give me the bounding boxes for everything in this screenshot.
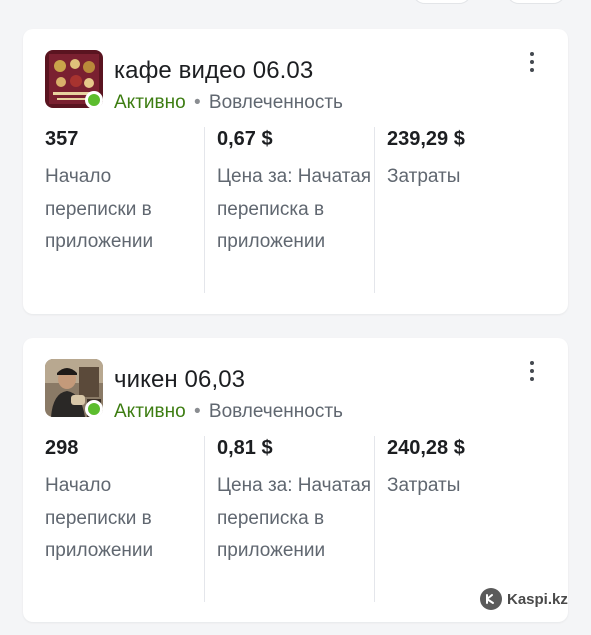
- active-status-dot: [85, 91, 103, 109]
- more-options-icon[interactable]: [524, 49, 540, 75]
- metrics-row: 357 Начало переписки в приложении 0,67 $…: [23, 127, 568, 293]
- metric-value: 239,29 $: [387, 128, 465, 150]
- metric-value: 357: [45, 128, 79, 150]
- metric-spend: 239,29 $ Затраты: [374, 127, 544, 293]
- metric-label: Затраты: [387, 475, 461, 496]
- metric-value: 0,81 $: [217, 437, 273, 459]
- objective-label: Вовлеченность: [208, 92, 343, 113]
- ad-card[interactable]: кафе видео 06.03 Активно • Вовлеченность…: [23, 29, 568, 314]
- more-options-icon[interactable]: [524, 358, 540, 384]
- status-label: Активно: [114, 92, 186, 113]
- metric-label: Цена за: Начатая переписка в приложении: [217, 475, 372, 561]
- separator-dot: •: [193, 401, 201, 422]
- metric-results: 357 Начало переписки в приложении: [45, 127, 205, 293]
- metric-label: Затраты: [387, 166, 461, 187]
- ad-title[interactable]: кафе видео 06.03: [114, 57, 313, 85]
- metric-results: 298 Начало переписки в приложении: [45, 436, 205, 602]
- metric-label: Цена за: Начатая переписка в приложении: [217, 166, 372, 252]
- status-label: Активно: [114, 401, 186, 422]
- kaspi-logo-icon: [480, 588, 502, 610]
- metric-value: 240,28 $: [387, 437, 465, 459]
- ad-title[interactable]: чикен 06,03: [114, 366, 245, 394]
- metric-label: Начало переписки в приложении: [45, 475, 154, 561]
- metric-value: 0,67 $: [217, 128, 273, 150]
- active-status-dot: [85, 400, 103, 418]
- metric-label: Начало переписки в приложении: [45, 166, 154, 252]
- metrics-row: 298 Начало переписки в приложении 0,81 $…: [23, 436, 568, 602]
- metric-spend: 240,28 $ Затраты: [374, 436, 544, 602]
- top-partial-button-2[interactable]: [506, 0, 566, 4]
- ad-card[interactable]: чикен 06,03 Активно • Вовлеченность 298 …: [23, 338, 568, 622]
- metric-cost-per-result: 0,81 $ Цена за: Начатая переписка в прил…: [204, 436, 374, 602]
- ad-status-line: Активно • Вовлеченность: [114, 401, 343, 423]
- kaspi-watermark: Kaspi.kz: [480, 588, 568, 610]
- watermark-text: Kaspi.kz: [507, 590, 568, 608]
- metric-cost-per-result: 0,67 $ Цена за: Начатая переписка в прил…: [204, 127, 374, 293]
- top-partial-button-1[interactable]: [412, 0, 472, 4]
- separator-dot: •: [193, 92, 201, 113]
- ad-status-line: Активно • Вовлеченность: [114, 92, 343, 114]
- objective-label: Вовлеченность: [208, 401, 343, 422]
- metric-value: 298: [45, 437, 79, 459]
